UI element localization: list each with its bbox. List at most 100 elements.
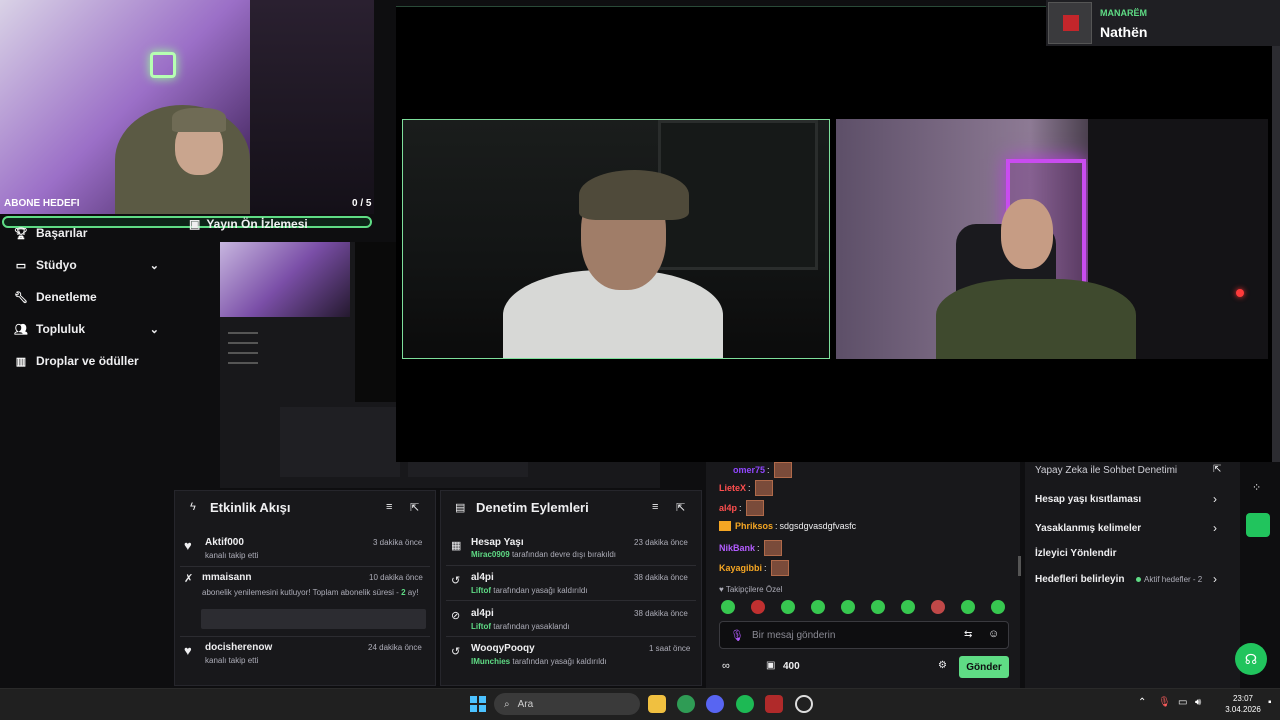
chevron-right-icon[interactable]: › xyxy=(1213,492,1217,506)
popout-icon[interactable]: ⇱ xyxy=(676,501,685,514)
scrollbar[interactable] xyxy=(1272,46,1280,462)
guest-camera-left[interactable] xyxy=(402,119,830,359)
chat-username[interactable]: omer75 xyxy=(733,465,765,475)
emote-icon[interactable] xyxy=(781,600,795,614)
sidebar-item-label: Stüdyo xyxy=(36,258,77,272)
emote-icon[interactable] xyxy=(931,600,945,614)
emote-icon[interactable] xyxy=(871,600,885,614)
emote-icon[interactable] xyxy=(751,600,765,614)
filter-icon[interactable]: ≡ xyxy=(386,501,392,513)
activity-text-end: ay! xyxy=(407,588,419,597)
chat-username[interactable]: Phriksos xyxy=(735,521,773,531)
ai-chat-moderation-item[interactable]: Yapay Zeka ile Sohbet Denetimi xyxy=(1035,465,1177,476)
raid-viewers-item[interactable]: İzleyici Yönlendir xyxy=(1035,548,1117,559)
sub-goal-count: 0 / 5 xyxy=(352,198,372,209)
wrench-icon: 🔧︎ xyxy=(14,292,28,304)
microphone-icon[interactable]: 🎙︎ xyxy=(730,629,744,642)
network-icon[interactable]: ▭ xyxy=(1178,697,1187,708)
filter-icon[interactable]: ≡ xyxy=(652,501,658,513)
chat-username[interactable]: NikBank xyxy=(719,543,755,553)
emote-icon[interactable] xyxy=(961,600,975,614)
heart-icon: ♥ xyxy=(184,538,192,553)
mod-action-name[interactable]: WooqyPooqy xyxy=(471,643,535,654)
emote-icon[interactable] xyxy=(841,600,855,614)
streamer-cap xyxy=(172,108,226,132)
popout-icon[interactable]: ⇱ xyxy=(410,501,419,514)
microphone-icon[interactable]: 🎙︎ xyxy=(1158,697,1171,708)
emote-icon[interactable] xyxy=(811,600,825,614)
chrome-icon[interactable] xyxy=(677,695,695,713)
sidebar-item-drops[interactable]: ▥ Droplar ve ödüller xyxy=(14,354,159,368)
obs-icon[interactable] xyxy=(795,695,813,713)
mod-action-user[interactable]: Liftof xyxy=(471,586,491,595)
emote-icon xyxy=(773,462,792,478)
chat-username[interactable]: Kayagibbi xyxy=(719,563,762,573)
clock-date[interactable]: 3.04.2026 xyxy=(1218,705,1268,714)
chat-input[interactable]: 🎙︎ Bir mesaj gönderin ⇆ ☺ xyxy=(719,621,1009,649)
chevron-up-icon[interactable]: ⌃ xyxy=(1138,697,1146,708)
volume-icon[interactable]: 🔊︎ xyxy=(1195,697,1201,708)
mod-action-user[interactable]: IMunchies xyxy=(471,657,510,666)
chat-message: Kayagibbi: xyxy=(719,560,789,576)
chat-username[interactable]: LieteX xyxy=(719,483,746,493)
streamer-webcam xyxy=(0,0,374,214)
chat-placeholder: Bir mesaj gönderin xyxy=(752,630,836,641)
emoji-icon[interactable]: ☺ xyxy=(988,628,999,640)
emote-icon[interactable] xyxy=(991,600,1005,614)
sidebar-item-achievements[interactable]: 🏆︎ Başarılar xyxy=(14,226,159,240)
chevron-right-icon[interactable]: › xyxy=(1213,521,1217,535)
bits-icon[interactable]: ∞ xyxy=(722,660,730,672)
support-button[interactable]: ☊ xyxy=(1235,643,1267,675)
set-goals-item[interactable]: Hedefleri belirleyin xyxy=(1035,574,1124,585)
channel-points-icon[interactable]: ▣ xyxy=(766,660,775,671)
emote-icon[interactable] xyxy=(721,600,735,614)
sidebar-item-community[interactable]: 👥︎ Topluluk ⌄ xyxy=(14,322,159,336)
guest-cap xyxy=(579,170,689,220)
clock-time[interactable]: 23:07 xyxy=(1218,694,1268,703)
notification-icon[interactable]: ▪ xyxy=(1268,697,1272,708)
neon-sign xyxy=(150,52,176,78)
activity-name[interactable]: mmaisann xyxy=(202,572,251,583)
emote-icon xyxy=(745,500,764,516)
spotify-icon[interactable] xyxy=(736,695,754,713)
stream-preview-title[interactable]: ▣ Yayın Ön İzlemesi xyxy=(189,217,308,231)
activity-time: 24 dakika önce xyxy=(368,643,422,652)
chevron-right-icon[interactable]: › xyxy=(1213,572,1217,586)
activity-name[interactable]: Aktif000 xyxy=(205,537,244,548)
chat-username[interactable]: al4p xyxy=(719,503,737,513)
mod-action-time: 1 saat önce xyxy=(649,644,691,653)
discord-icon[interactable] xyxy=(706,695,724,713)
file-explorer-icon[interactable] xyxy=(648,695,666,713)
activity-text: kanalı takip etti xyxy=(205,656,259,665)
sidebar-item-studio[interactable]: ▭ Stüdyo ⌄ xyxy=(14,258,159,272)
alert-name: Nathën xyxy=(1100,24,1148,40)
app-icon[interactable] xyxy=(765,695,783,713)
channel-points-count: 400 xyxy=(783,661,800,672)
quick-action-button[interactable] xyxy=(1246,513,1270,537)
trophy-icon: 🏆︎ xyxy=(14,228,28,240)
taskbar-search[interactable]: ⌕ Ara xyxy=(494,693,640,715)
activity-name[interactable]: docisherenow xyxy=(205,642,272,653)
send-button[interactable]: Gönder xyxy=(959,656,1009,678)
chat-scrollbar[interactable] xyxy=(1018,556,1021,576)
mod-action-name[interactable]: al4pi xyxy=(471,572,494,583)
windows-start-button[interactable] xyxy=(470,696,486,712)
guest-camera-right[interactable] xyxy=(836,119,1268,359)
chat-separator: : xyxy=(748,483,751,493)
gear-icon[interactable]: ⚙ xyxy=(938,660,947,671)
mod-action-user[interactable]: Liftof xyxy=(471,622,491,631)
activity-time: 10 dakika önce xyxy=(369,573,423,582)
account-age-item[interactable]: Hesap yaşı kısıtlaması xyxy=(1035,494,1141,505)
external-link-icon[interactable]: ⇱ xyxy=(1213,464,1221,475)
more-icon[interactable]: ⁘ xyxy=(1252,481,1261,494)
sidebar-item-moderation[interactable]: 🔧︎ Denetleme xyxy=(14,290,159,304)
banned-words-item[interactable]: Yasaklanmış kelimeler xyxy=(1035,523,1141,534)
mod-action-time: 38 dakika önce xyxy=(634,609,688,618)
nested-menu-line xyxy=(228,332,258,334)
emote-icon xyxy=(770,560,789,576)
translate-icon[interactable]: ⇆ xyxy=(964,629,972,640)
mod-action-name[interactable]: al4pi xyxy=(471,608,494,619)
emote-icon[interactable] xyxy=(901,600,915,614)
chat-message: LieteX: xyxy=(719,480,773,496)
mod-action-user[interactable]: Mirac0909 xyxy=(471,550,510,559)
